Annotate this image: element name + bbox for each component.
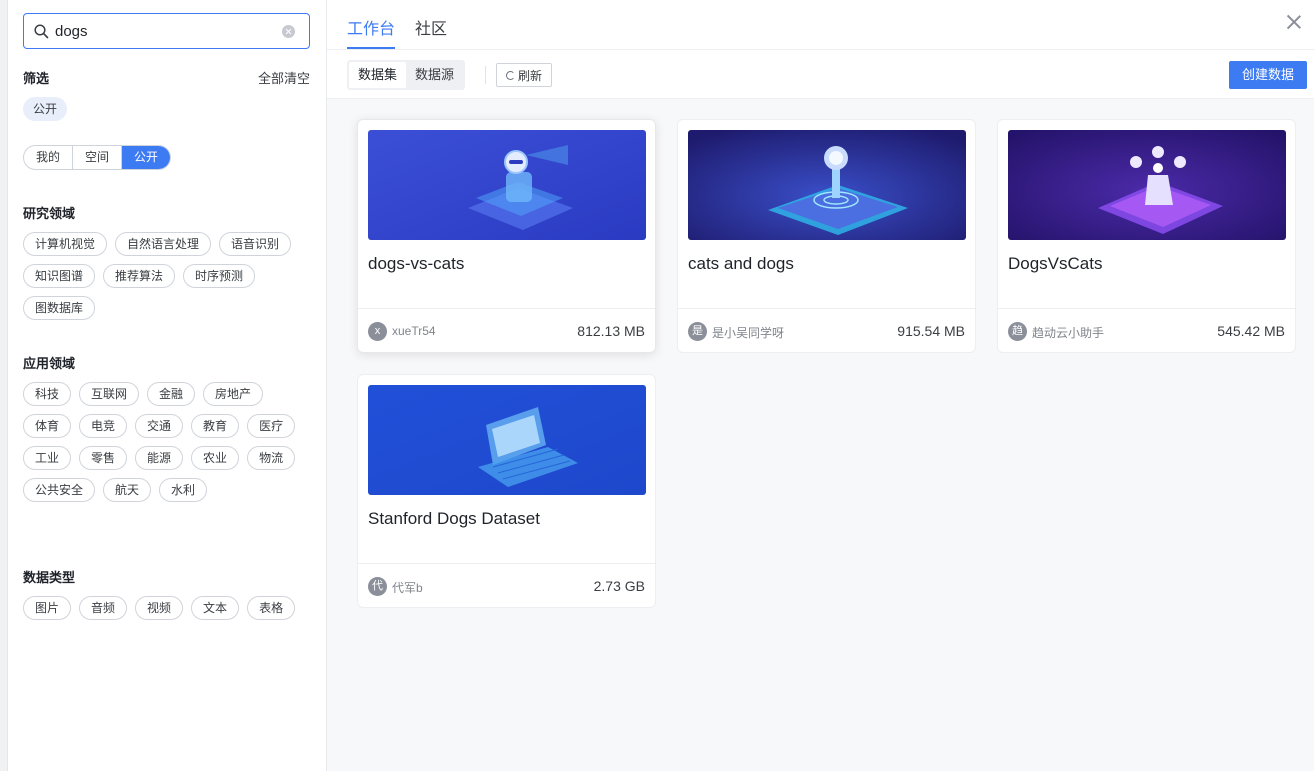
refresh-label: 刷新 [517, 68, 542, 83]
datatype-tag[interactable]: 文本 [191, 596, 240, 620]
search-icon [34, 23, 49, 38]
dataset-cover-image [368, 130, 646, 240]
author-avatar: 趋 [1008, 322, 1027, 341]
datatype-tag[interactable]: 音频 [79, 596, 128, 620]
application-tag[interactable]: 能源 [135, 446, 184, 470]
research-tag[interactable]: 时序预测 [183, 264, 256, 288]
application-tag[interactable]: 交通 [135, 414, 184, 438]
dataset-footer: 代 代军b 2.73 GB [358, 563, 655, 608]
main-panel: 工作台 社区 数据集 数据源 刷新 创建数据 dogs-vs-cats x xu… [327, 0, 1314, 771]
filter-title: 筛选 [23, 71, 50, 86]
application-tag[interactable]: 零售 [79, 446, 128, 470]
dataset-size: 812.13 MB [577, 323, 645, 339]
research-tag[interactable]: 推荐算法 [103, 264, 176, 288]
dataset-card[interactable]: DogsVsCats 趋 趋动云小助手 545.42 MB [997, 119, 1296, 353]
datatype-tag[interactable]: 图片 [23, 596, 72, 620]
application-tag[interactable]: 医疗 [247, 414, 296, 438]
dataset-name: DogsVsCats [1008, 254, 1103, 273]
scope-tab-mine[interactable]: 我的 [24, 146, 74, 169]
application-tag[interactable]: 物流 [247, 446, 296, 470]
application-tag[interactable]: 水利 [159, 478, 208, 502]
datatype-tag[interactable]: 视频 [135, 596, 184, 620]
author-name: 趋动云小助手 [1032, 326, 1105, 340]
dataset-name: Stanford Dogs Dataset [368, 509, 540, 528]
dataset-source-toggle: 数据集 数据源 [347, 60, 466, 90]
author-name: xueTr54 [392, 324, 436, 338]
dataset-card[interactable]: dogs-vs-cats x xueTr54 812.13 MB [357, 119, 656, 353]
author-avatar: 代 [368, 577, 387, 596]
author-name: 代军b [392, 581, 423, 595]
research-tag[interactable]: 语音识别 [219, 232, 292, 256]
application-tag[interactable]: 工业 [23, 446, 72, 470]
tab-community[interactable]: 社区 [415, 15, 447, 39]
application-tag[interactable]: 互联网 [79, 382, 140, 406]
toolbar-divider [485, 66, 486, 84]
dataset-cover-image [688, 130, 966, 240]
scope-tab-space[interactable]: 空间 [73, 146, 123, 169]
dataset-card[interactable]: Stanford Dogs Dataset 代 代军b 2.73 GB [357, 374, 656, 608]
dataset-size: 915.54 MB [897, 323, 965, 339]
dataset-cover-image [1008, 130, 1286, 240]
search-box[interactable] [23, 13, 310, 49]
research-tag[interactable]: 图数据库 [23, 296, 96, 320]
application-tag[interactable]: 教育 [191, 414, 240, 438]
search-input[interactable] [55, 22, 275, 40]
clear-all-link[interactable]: 全部清空 [258, 68, 310, 87]
active-tab-indicator [347, 47, 395, 49]
research-tag[interactable]: 自然语言处理 [115, 232, 212, 256]
application-tag[interactable]: 公共安全 [23, 478, 96, 502]
close-icon[interactable] [1286, 14, 1302, 30]
dataset-footer: x xueTr54 812.13 MB [358, 308, 655, 353]
research-section-title: 研究领域 [23, 206, 76, 221]
tab-workbench[interactable]: 工作台 [347, 15, 395, 39]
application-tag[interactable]: 科技 [23, 382, 72, 406]
toggle-datasets[interactable]: 数据集 [349, 62, 407, 88]
datatype-tags: 图片 音频 视频 文本 表格 [23, 596, 313, 620]
author-name: 是小吴同学呀 [712, 326, 785, 340]
research-tags: 计算机视觉 自然语言处理 语音识别 知识图谱 推荐算法 时序预测 图数据库 [23, 232, 313, 320]
clear-search-icon[interactable] [282, 25, 295, 38]
active-filter-tag[interactable]: 公开 [23, 97, 68, 121]
filter-header: 筛选 全部清空 [23, 68, 310, 87]
application-tag[interactable]: 航天 [103, 478, 152, 502]
create-data-button[interactable]: 创建数据 [1229, 61, 1307, 89]
application-tag[interactable]: 房地产 [203, 382, 264, 406]
dataset-footer: 是 是小吴同学呀 915.54 MB [678, 308, 975, 353]
toolbar: 数据集 数据源 刷新 创建数据 [327, 50, 1314, 99]
application-tag[interactable]: 体育 [23, 414, 72, 438]
author-avatar: x [368, 322, 387, 341]
application-tag[interactable]: 金融 [147, 382, 196, 406]
research-tag[interactable]: 计算机视觉 [23, 232, 108, 256]
dataset-size: 2.73 GB [593, 578, 645, 594]
header-tabs: 工作台 社区 [327, 0, 1314, 50]
author-avatar: 是 [688, 322, 707, 341]
dataset-footer: 趋 趋动云小助手 545.42 MB [998, 308, 1295, 353]
dataset-name: dogs-vs-cats [368, 254, 465, 273]
application-section-title: 应用领域 [23, 356, 76, 371]
application-tag[interactable]: 电竞 [79, 414, 128, 438]
scope-tab-public[interactable]: 公开 [122, 146, 171, 169]
application-tag[interactable]: 农业 [191, 446, 240, 470]
dataset-card[interactable]: cats and dogs 是 是小吴同学呀 915.54 MB [677, 119, 976, 353]
datatype-section-title: 数据类型 [23, 570, 76, 585]
filter-sidebar: 筛选 全部清空 公开 我的 空间 公开 研究领域 计算机视觉 自然语言处理 语音… [8, 0, 327, 771]
application-tags: 科技 互联网 金融 房地产 体育 电竞 交通 教育 医疗 工业 零售 能源 农业… [23, 382, 313, 502]
refresh-icon [505, 70, 515, 80]
dataset-cover-image [368, 385, 646, 495]
dataset-size: 545.42 MB [1217, 323, 1285, 339]
left-edge-panel [0, 0, 8, 771]
research-tag[interactable]: 知识图谱 [23, 264, 96, 288]
toggle-datasources[interactable]: 数据源 [406, 62, 463, 88]
dataset-name: cats and dogs [688, 254, 794, 273]
scope-selector: 我的 空间 公开 [23, 145, 172, 170]
refresh-button[interactable]: 刷新 [496, 63, 552, 87]
datatype-tag[interactable]: 表格 [247, 596, 296, 620]
